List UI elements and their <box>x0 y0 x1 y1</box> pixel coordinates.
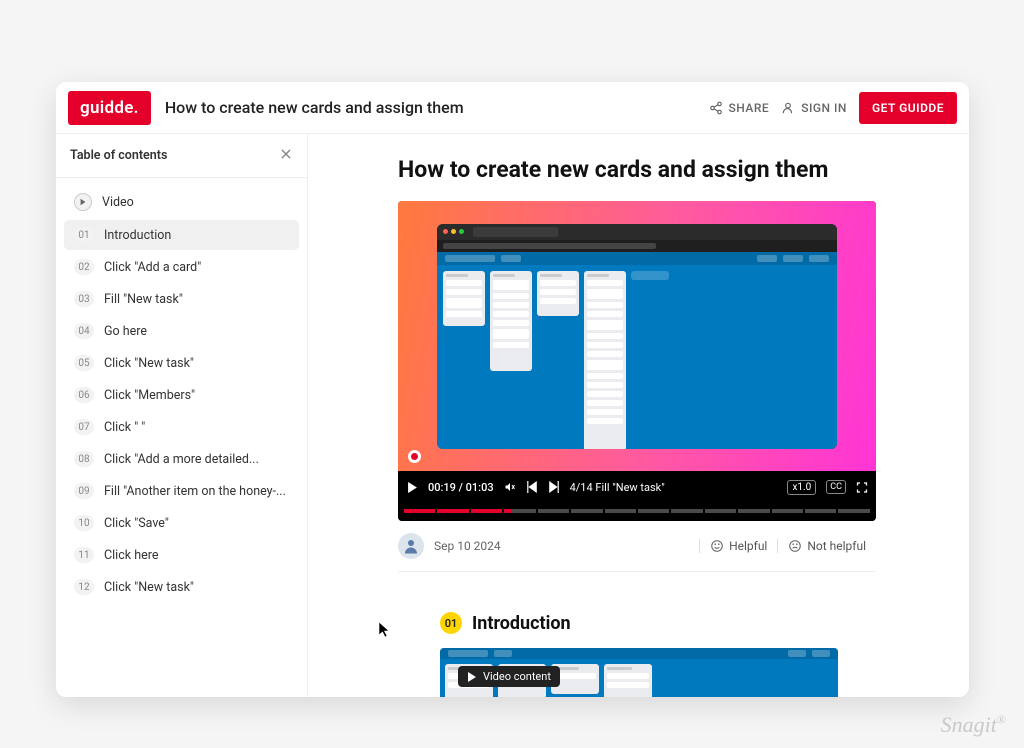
video-content-label: Video content <box>483 670 551 683</box>
app-window: guidde How to create new cards and assig… <box>56 82 969 697</box>
publish-date: Sep 10 2024 <box>434 539 501 553</box>
not-helpful-label: Not helpful <box>807 539 866 553</box>
frown-icon <box>788 539 802 553</box>
close-icon <box>279 147 293 161</box>
toc-num-badge: 02 <box>74 259 94 275</box>
author-avatar[interactable] <box>398 533 424 559</box>
share-button[interactable]: Share <box>709 101 770 115</box>
toc-item[interactable]: 08 Click "Add a more detailed... <box>64 444 299 474</box>
toc-item[interactable]: 03 Fill "New task" <box>64 284 299 314</box>
get-guidde-button[interactable]: Get Guidde <box>859 92 957 124</box>
toc-item-label: Introduction <box>104 228 171 243</box>
section-head: 01 Introduction <box>440 612 909 634</box>
video-controls: 00:19 / 01:03 4/14 Fill "New task" x1.0 … <box>398 471 876 503</box>
brand-logo[interactable]: guidde <box>68 91 151 125</box>
toc-item-label: Click "Add a more detailed... <box>104 452 259 467</box>
toc-item-video[interactable]: Video <box>64 186 299 218</box>
top-actions: Share Sign In Get Guidde <box>709 92 957 124</box>
helpful-button[interactable]: Helpful <box>699 539 777 553</box>
toc-item-label: Go here <box>104 324 147 339</box>
toc-title: Table of contents <box>70 148 167 163</box>
toc-close-button[interactable] <box>279 146 293 165</box>
toc-item-label: Click "Add a card" <box>104 260 201 275</box>
share-label: Share <box>729 101 770 115</box>
toc-num-badge: 03 <box>74 291 94 307</box>
toc-item-label: Fill "Another item on the honey-... <box>104 484 286 499</box>
toc-video-label: Video <box>102 195 134 210</box>
page-title: How to create new cards and assign them <box>165 98 695 117</box>
toc-item[interactable]: 10 Click "Save" <box>64 508 299 538</box>
toc-item[interactable]: 02 Click "Add a card" <box>64 252 299 282</box>
cc-button[interactable]: CC <box>826 480 846 494</box>
next-chapter-button[interactable] <box>548 481 560 493</box>
toc-num-badge: 06 <box>74 387 94 403</box>
toc-header: Table of contents <box>56 134 307 178</box>
toc-num-badge: 10 <box>74 515 94 531</box>
toc-item[interactable]: 06 Click "Members" <box>64 380 299 410</box>
toc-item[interactable]: 04 Go here <box>64 316 299 346</box>
toc-num-badge: 01 <box>74 227 94 243</box>
toc-item-label: Click "New task" <box>104 356 194 371</box>
watermark: Snagit® <box>941 712 1006 738</box>
mute-button[interactable] <box>504 481 516 493</box>
speed-button[interactable]: x1.0 <box>787 480 816 495</box>
sign-in-label: Sign In <box>801 101 847 115</box>
section-title: Introduction <box>472 613 571 634</box>
user-icon <box>781 101 795 115</box>
sign-in-button[interactable]: Sign In <box>781 101 847 115</box>
helpful-label: Helpful <box>729 539 767 553</box>
toc-item[interactable]: 12 Click "New task" <box>64 572 299 602</box>
toc-num-badge: 04 <box>74 323 94 339</box>
smile-icon <box>710 539 724 553</box>
toc-item-label: Click " " <box>104 420 145 435</box>
progress-bar[interactable] <box>398 503 876 521</box>
video-player: 00:19 / 01:03 4/14 Fill "New task" x1.0 … <box>398 201 876 521</box>
toc-item[interactable]: 11 Click here <box>64 540 299 570</box>
main-content: How to create new cards and assign them <box>308 134 969 697</box>
not-helpful-button[interactable]: Not helpful <box>777 539 876 553</box>
fullscreen-button[interactable] <box>856 481 868 493</box>
user-icon <box>402 537 420 555</box>
toc-num-badge: 11 <box>74 547 94 563</box>
toc-num-badge: 07 <box>74 419 94 435</box>
topbar: guidde How to create new cards and assig… <box>56 82 969 134</box>
video-content-pill: Video content <box>458 666 560 687</box>
toc-num-badge: 08 <box>74 451 94 467</box>
toc-num-badge: 12 <box>74 579 94 595</box>
body: Table of contents Video 01 Introduction <box>56 134 969 697</box>
toc-item[interactable]: 07 Click " " <box>64 412 299 442</box>
toc-item-label: Fill "New task" <box>104 292 183 307</box>
prev-chapter-button[interactable] <box>526 481 538 493</box>
toc-item-label: Click "Save" <box>104 516 169 531</box>
play-button[interactable] <box>406 481 418 493</box>
toc-item-label: Click "Members" <box>104 388 195 403</box>
toc-item[interactable]: 01 Introduction <box>64 220 299 250</box>
toc-item-label: Click "New task" <box>104 580 194 595</box>
play-icon <box>74 193 92 211</box>
meta-row: Sep 10 2024 Helpful Not helpful <box>398 521 876 572</box>
page-heading: How to create new cards and assign them <box>398 156 909 183</box>
toc-item[interactable]: 09 Fill "Another item on the honey-... <box>64 476 299 506</box>
toc-item-label: Click here <box>104 548 158 563</box>
video-screenshot <box>437 224 837 449</box>
play-icon <box>467 672 477 682</box>
toc-list: Video 01 Introduction 02 Click "Add a ca… <box>56 178 307 697</box>
video-frame[interactable] <box>398 201 876 471</box>
guidde-badge-icon <box>408 450 421 463</box>
share-icon <box>709 101 723 115</box>
section-num-badge: 01 <box>440 612 462 634</box>
step-thumbnail[interactable]: Video content <box>440 648 838 697</box>
sidebar: Table of contents Video 01 Introduction <box>56 134 308 697</box>
video-chapter-label: 4/14 Fill "New task" <box>570 481 778 494</box>
video-time: 00:19 / 01:03 <box>428 481 494 494</box>
toc-num-badge: 05 <box>74 355 94 371</box>
toc-item[interactable]: 05 Click "New task" <box>64 348 299 378</box>
toc-num-badge: 09 <box>74 483 94 499</box>
